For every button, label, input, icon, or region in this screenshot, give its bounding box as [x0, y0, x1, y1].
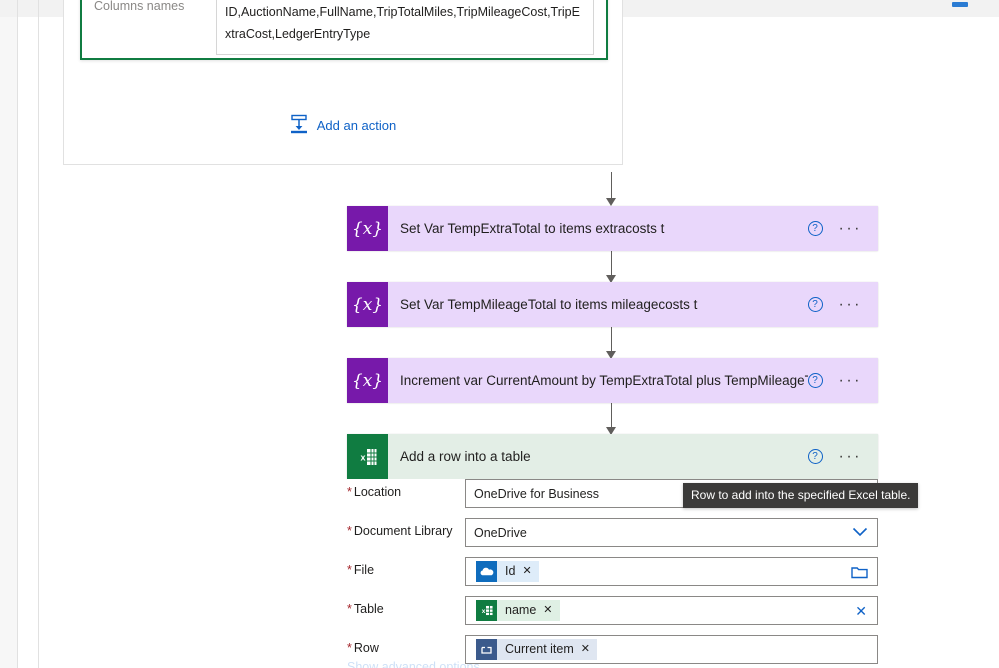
connector-action-3-to-4	[602, 403, 620, 435]
row-token[interactable]: Current item ✕	[476, 639, 597, 660]
row-token-label: Current item	[505, 642, 574, 656]
file-token[interactable]: Id ✕	[476, 561, 539, 582]
excel-icon: x	[347, 434, 388, 479]
action-card-controls: ? ···	[807, 296, 878, 312]
action-card-add-a-row-into-a-table[interactable]: x Add a row into a table ? ···	[347, 434, 878, 479]
required-marker: *	[347, 563, 352, 577]
folder-picker-icon[interactable]	[851, 565, 868, 579]
connector-action-2-to-3	[602, 327, 620, 359]
action-card-title: Add a row into a table	[400, 449, 531, 464]
action-card-set-var-tempextratotal[interactable]: {x} Set Var TempExtraTotal to items extr…	[347, 206, 878, 251]
more-options-icon[interactable]: ···	[839, 372, 862, 388]
file-token-label: Id	[505, 564, 516, 578]
columns-names-value[interactable]: ID,AuctionName,FullName,TripTotalMiles,T…	[216, 0, 594, 55]
table-input[interactable]: x name ✕ ✕	[465, 596, 878, 625]
action-card-controls: ? ···	[807, 220, 878, 236]
field-row-document-library: * Document Library OneDrive	[347, 518, 878, 547]
action-card-title: Increment var CurrentAmount by TempExtra…	[400, 373, 808, 388]
action-card-set-var-tempmileagetotal[interactable]: {x} Set Var TempMileageTotal to items mi…	[347, 282, 878, 327]
required-marker: *	[347, 524, 352, 538]
row-label-text: Row	[353, 641, 379, 655]
help-icon[interactable]: ?	[807, 297, 823, 312]
row-label: * Row	[347, 635, 465, 655]
location-label: * Location	[347, 479, 465, 499]
columns-names-field-row: Columns names ID,AuctionName,FullName,Tr…	[82, 0, 606, 55]
scope-container-card: Columns names ID,AuctionName,FullName,Tr…	[63, 0, 623, 165]
table-token-body: name ✕	[497, 600, 560, 621]
excel-icon-glyph: x	[358, 447, 377, 466]
location-value: OneDrive for Business	[474, 486, 600, 501]
variable-icon-glyph: {x}	[351, 370, 384, 391]
file-token-body: Id ✕	[497, 561, 539, 582]
action-card-controls: ? ···	[807, 448, 878, 464]
row-input[interactable]: Current item ✕	[465, 635, 878, 664]
help-icon[interactable]: ?	[807, 221, 823, 236]
onedrive-icon	[476, 561, 497, 582]
file-label-text: File	[353, 563, 375, 577]
table-label-text: Table	[353, 602, 384, 616]
canvas-gutter	[0, 17, 17, 668]
table-label: * Table	[347, 596, 465, 616]
file-input[interactable]: Id ✕	[465, 557, 878, 586]
svg-text:x: x	[481, 608, 485, 615]
row-token-remove-icon[interactable]: ✕	[581, 639, 590, 660]
excel-table-icon: x	[476, 600, 497, 621]
scope-rail-inner	[38, 0, 39, 668]
document-library-label-text: Document Library	[353, 524, 453, 538]
variable-icon-glyph: {x}	[351, 218, 384, 239]
help-icon[interactable]: ?	[807, 449, 823, 464]
document-library-label: * Document Library	[347, 518, 465, 538]
apply-to-each-icon	[476, 639, 497, 660]
add-action-row: Add an action	[64, 112, 622, 139]
file-label: * File	[347, 557, 465, 577]
scope-rail-outer	[17, 0, 18, 668]
row-token-body: Current item ✕	[497, 639, 597, 660]
variable-icon: {x}	[347, 282, 388, 327]
field-row-table: * Table x name ✕ ✕	[347, 596, 878, 625]
more-options-icon[interactable]: ···	[839, 220, 862, 236]
variable-icon: {x}	[347, 206, 388, 251]
help-icon[interactable]: ?	[807, 373, 823, 388]
action-card-controls: ? ···	[807, 372, 878, 388]
top-right-indicator[interactable]	[952, 2, 968, 7]
add-action-icon	[290, 114, 308, 137]
more-options-icon[interactable]: ···	[839, 448, 862, 464]
create-csv-table-action-card: Columns names ID,AuctionName,FullName,Tr…	[80, 0, 608, 60]
table-token-label: name	[505, 603, 537, 617]
document-library-dropdown[interactable]: OneDrive	[465, 518, 878, 547]
more-options-icon[interactable]: ···	[839, 296, 862, 312]
connector-scope-to-action-1	[602, 172, 620, 206]
add-an-action-label: Add an action	[316, 118, 397, 133]
table-token-remove-icon[interactable]: ✕	[543, 600, 552, 621]
flow-designer-canvas: Columns names ID,AuctionName,FullName,Tr…	[0, 0, 999, 668]
document-library-value: OneDrive	[474, 525, 527, 540]
file-token-remove-icon[interactable]: ✕	[522, 561, 531, 582]
variable-icon: {x}	[347, 358, 388, 403]
field-row-file: * File Id ✕	[347, 557, 878, 586]
table-token[interactable]: x name ✕	[476, 600, 560, 621]
required-marker: *	[347, 485, 352, 499]
action-card-title: Set Var TempExtraTotal to items extracos…	[400, 221, 665, 236]
show-advanced-options-link[interactable]: Show advanced options	[347, 660, 480, 668]
tooltip: Row to add into the specified Excel tabl…	[683, 483, 919, 508]
add-an-action-button[interactable]: Add an action	[286, 112, 401, 139]
action-card-increment-var-currentamount[interactable]: {x} Increment var CurrentAmount by TempE…	[347, 358, 878, 403]
required-marker: *	[347, 641, 352, 655]
location-label-text: Location	[353, 485, 402, 499]
required-marker: *	[347, 602, 352, 616]
chevron-down-icon[interactable]	[852, 526, 868, 540]
clear-icon[interactable]: ✕	[855, 604, 867, 618]
svg-text:x: x	[360, 452, 365, 462]
connector-action-1-to-2	[602, 251, 620, 283]
columns-names-label: Columns names	[94, 0, 185, 13]
variable-icon-glyph: {x}	[351, 294, 384, 315]
action-card-title: Set Var TempMileageTotal to items mileag…	[400, 297, 698, 312]
